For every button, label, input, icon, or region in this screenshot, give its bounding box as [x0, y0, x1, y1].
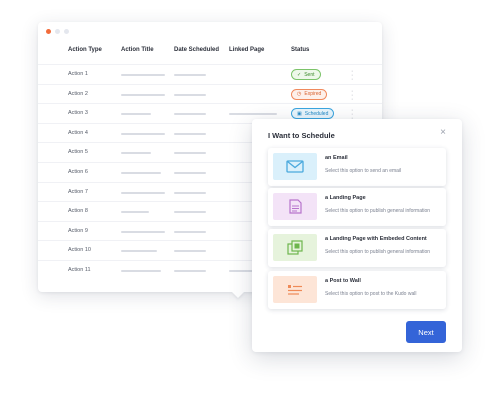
status-label: Sent — [304, 71, 315, 78]
row-action-type: Action 7 — [68, 188, 88, 195]
row-title-placeholder — [121, 172, 161, 174]
option-title: an Email — [325, 155, 348, 161]
option-description: Select this option to publish general in… — [325, 208, 431, 214]
row-date-placeholder — [174, 93, 206, 96]
row-action-type: Action 5 — [68, 149, 88, 156]
option-title: a Post to Wall — [325, 278, 361, 284]
option-description: Select this option to send an email — [325, 168, 402, 174]
row-date-placeholder — [174, 113, 206, 116]
table-row[interactable]: Action 1 ✓ Sent · · · — [38, 64, 382, 84]
option-description: Select this option to post to the Kudo w… — [325, 291, 417, 297]
next-button[interactable]: Next — [406, 321, 446, 343]
close-icon[interactable]: × — [438, 128, 448, 138]
row-title-placeholder — [121, 132, 165, 135]
row-title-placeholder — [121, 270, 161, 272]
schedule-modal: I Want to Schedule × an Email Select thi… — [252, 119, 462, 352]
row-action-type: Action 3 — [68, 110, 88, 117]
calendar-icon: ▣ — [297, 110, 302, 117]
window-pointer — [232, 292, 244, 298]
row-title-placeholder — [121, 191, 165, 194]
status-badge-scheduled: ▣ Scheduled — [291, 108, 335, 120]
envelope-icon — [273, 153, 317, 180]
row-title-placeholder — [121, 211, 149, 214]
post-list-icon — [273, 276, 317, 303]
row-title-placeholder — [121, 113, 151, 116]
row-title-placeholder — [121, 93, 165, 96]
row-action-type: Action 10 — [68, 247, 91, 254]
option-title: a Landing Page with Embeded Content — [325, 236, 427, 242]
row-date-placeholder — [174, 191, 206, 194]
row-date-placeholder — [174, 152, 206, 155]
embedded-pages-icon — [273, 234, 317, 261]
row-date-placeholder — [174, 74, 206, 76]
row-action-type: Action 2 — [68, 90, 88, 97]
option-landing-page[interactable]: a Landing Page Select this option to pub… — [268, 188, 446, 226]
modal-title: I Want to Schedule — [268, 131, 335, 140]
clock-icon: ◷ — [297, 91, 302, 98]
option-post-to-wall[interactable]: a Post to Wall Select this option to pos… — [268, 271, 446, 309]
window-controls — [46, 29, 69, 34]
status-badge-expired: ◷ Expired — [291, 88, 328, 100]
row-date-placeholder — [174, 270, 206, 272]
header-status[interactable]: Status — [291, 47, 309, 53]
window-close-dot[interactable] — [46, 29, 51, 34]
status-badge-sent: ✓ Sent — [291, 69, 321, 80]
row-more-icon[interactable]: ··· — [351, 68, 353, 83]
row-date-placeholder — [174, 250, 206, 253]
window-minimize-dot[interactable] — [55, 29, 60, 34]
option-title: a Landing Page — [325, 195, 366, 201]
row-more-icon[interactable]: ··· — [351, 88, 353, 103]
row-title-placeholder — [121, 152, 151, 155]
row-linked-page-placeholder — [229, 113, 277, 116]
option-landing-page-embedded[interactable]: a Landing Page with Embeded Content Sele… — [268, 229, 446, 267]
header-action-type[interactable]: Action Type — [68, 47, 102, 53]
row-action-type: Action 1 — [68, 71, 88, 77]
table-row[interactable]: Action 2 ◷ Expired · · · — [38, 83, 382, 104]
status-label: Scheduled — [304, 110, 329, 117]
header-date-scheduled[interactable]: Date Scheduled — [174, 47, 219, 53]
header-linked-page[interactable]: Linked Page — [229, 47, 264, 53]
row-action-type: Action 11 — [68, 267, 91, 273]
row-date-placeholder — [174, 132, 206, 135]
check-icon: ✓ — [297, 71, 302, 78]
option-email[interactable]: an Email Select this option to send an e… — [268, 148, 446, 186]
row-date-placeholder — [174, 172, 206, 174]
status-label: Expired — [304, 91, 322, 98]
row-date-placeholder — [174, 211, 206, 214]
row-title-placeholder — [121, 250, 157, 253]
row-action-type: Action 6 — [68, 169, 88, 175]
header-action-title[interactable]: Action Title — [121, 47, 154, 53]
row-action-type: Action 4 — [68, 129, 88, 136]
row-action-type: Action 8 — [68, 208, 88, 215]
option-description: Select this option to publish general in… — [325, 249, 431, 255]
row-title-placeholder — [121, 230, 165, 233]
row-action-type: Action 9 — [68, 227, 88, 234]
row-date-placeholder — [174, 230, 206, 233]
table-header: Action Type Action Title Date Scheduled … — [38, 47, 382, 61]
row-title-placeholder — [121, 74, 165, 76]
document-icon — [273, 193, 317, 220]
window-maximize-dot[interactable] — [64, 29, 69, 34]
